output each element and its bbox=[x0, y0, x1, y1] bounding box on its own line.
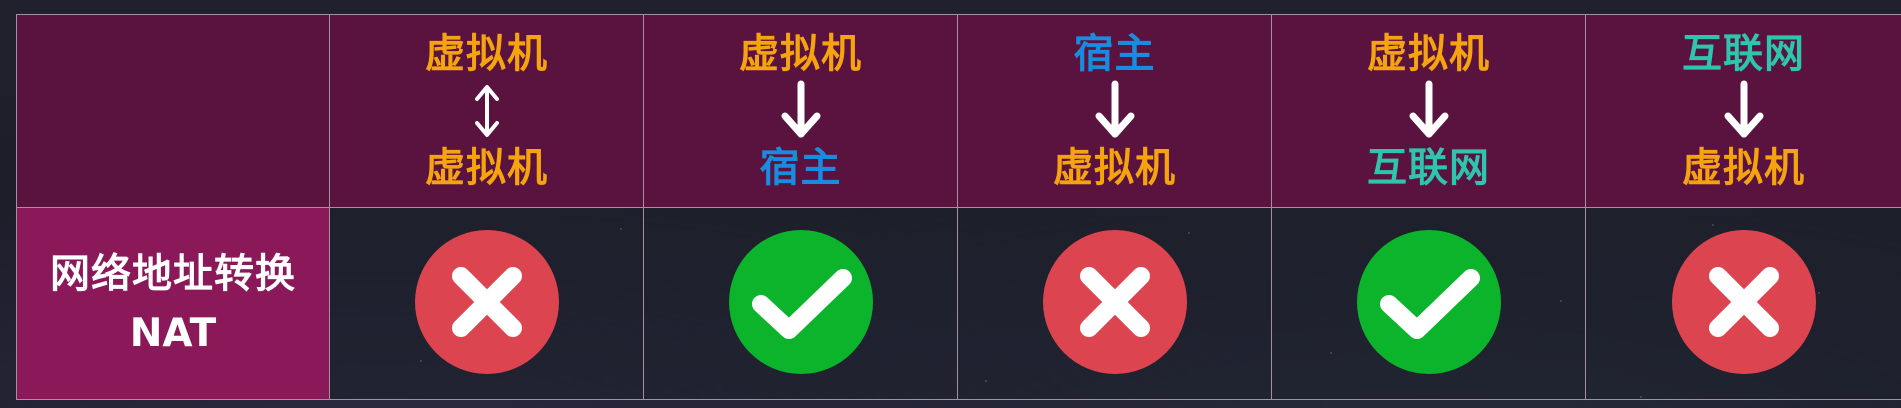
direction-cell: 虚拟机 宿主 bbox=[643, 14, 958, 208]
result-cell bbox=[329, 207, 644, 400]
cross-icon bbox=[414, 229, 559, 374]
source-label: 宿主 bbox=[1073, 31, 1156, 77]
nat-connectivity-table: 虚拟机 虚拟机 虚拟机 宿主 宿主 虚拟机 虚拟机 互联网 互联网 虚拟机 网络地址转换 … bbox=[16, 14, 1901, 400]
result-icon bbox=[1671, 229, 1816, 374]
result-icon bbox=[414, 229, 559, 374]
row-label-en: NAT bbox=[129, 310, 217, 356]
result-cell bbox=[643, 207, 958, 400]
source-label: 虚拟机 bbox=[739, 31, 862, 77]
down-arrow-icon bbox=[1095, 80, 1134, 138]
direction-cell: 虚拟机 互联网 bbox=[1271, 14, 1586, 208]
down-arrow-icon bbox=[781, 80, 820, 138]
result-icon bbox=[1356, 229, 1501, 374]
cross-icon bbox=[1042, 229, 1187, 374]
corner-cell bbox=[16, 14, 330, 208]
target-label: 虚拟机 bbox=[1053, 145, 1176, 191]
down-arrow-icon bbox=[1409, 80, 1448, 138]
row-label-zh: 网络地址转换 bbox=[50, 250, 296, 297]
down-arrow-icon bbox=[1724, 80, 1763, 138]
check-icon bbox=[728, 229, 873, 374]
result-cell bbox=[1271, 207, 1586, 400]
direction-cell: 虚拟机 虚拟机 bbox=[329, 14, 644, 208]
direction-cell: 宿主 虚拟机 bbox=[957, 14, 1272, 208]
source-label: 互联网 bbox=[1682, 31, 1805, 77]
check-icon bbox=[1356, 229, 1501, 374]
source-label: 虚拟机 bbox=[425, 31, 548, 77]
result-icon bbox=[728, 229, 873, 374]
target-label: 虚拟机 bbox=[425, 145, 548, 191]
nat-row: 网络地址转换 NAT bbox=[16, 207, 1901, 400]
target-label: 互联网 bbox=[1367, 145, 1490, 191]
header-row: 虚拟机 虚拟机 虚拟机 宿主 宿主 虚拟机 虚拟机 互联网 互联网 虚拟机 bbox=[16, 14, 1901, 208]
result-cell bbox=[957, 207, 1272, 400]
row-label: 网络地址转换 NAT bbox=[16, 207, 330, 400]
result-cell bbox=[1585, 207, 1901, 400]
result-icon bbox=[1042, 229, 1187, 374]
source-label: 虚拟机 bbox=[1367, 31, 1490, 77]
double-arrow-icon bbox=[474, 85, 499, 137]
target-label: 虚拟机 bbox=[1682, 145, 1805, 191]
cross-icon bbox=[1671, 229, 1816, 374]
direction-cell: 互联网 虚拟机 bbox=[1585, 14, 1901, 208]
target-label: 宿主 bbox=[759, 145, 842, 191]
